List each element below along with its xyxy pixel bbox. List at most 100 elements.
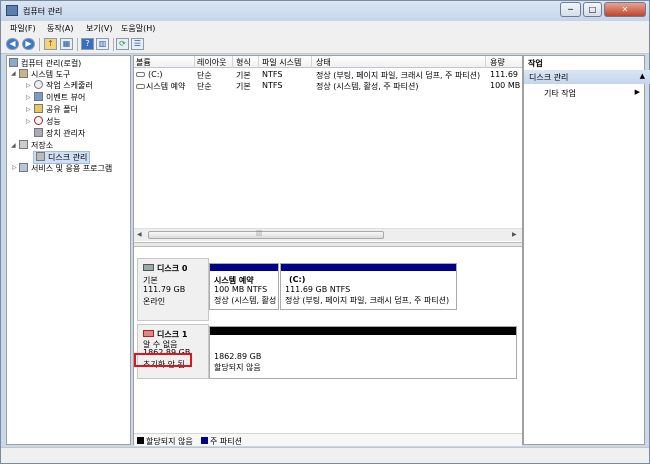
column-type[interactable]: 형식 <box>236 57 251 68</box>
menu-action[interactable]: 동작(A) <box>47 23 73 34</box>
column-layout[interactable]: 레이아웃 <box>197 57 226 68</box>
tree-label: 성능 <box>46 117 61 126</box>
volume-name-text: (C:) <box>148 70 163 79</box>
toolbar-separator <box>77 38 78 51</box>
legend-primary-swatch <box>201 437 208 444</box>
expand-arrow-icon[interactable]: ▷ <box>12 164 17 171</box>
action-group-disk-management[interactable]: 디스크 관리 ▲ <box>524 70 650 84</box>
clock-icon <box>34 80 43 89</box>
partition-c[interactable]: (C:) 111.69 GB NTFS 정상 (부팅, 페이지 파일, 크래시 … <box>280 263 457 310</box>
partition-unallocated[interactable]: 1862.89 GB 할당되지 않음 <box>209 326 517 379</box>
tree-label: 작업 스케줄러 <box>46 81 93 90</box>
volume-layout: 단순 <box>197 82 212 91</box>
tree-item-task-scheduler[interactable]: 작업 스케줄러 <box>34 80 93 91</box>
column-divider[interactable] <box>194 56 195 68</box>
column-volume[interactable]: 볼륨 <box>136 57 151 68</box>
column-divider[interactable] <box>258 56 259 68</box>
device-manager-icon <box>34 128 43 137</box>
refresh-button[interactable]: ⟳ <box>116 38 129 50</box>
disk-1-info[interactable]: 디스크 1 알 수 없음 1862.89 GB 초기화 안 됨 <box>137 324 209 379</box>
menu-help[interactable]: 도움말(H) <box>121 23 155 34</box>
event-log-icon <box>34 92 43 101</box>
tree-item-system-tools[interactable]: 시스템 도구 <box>19 69 70 80</box>
storage-icon <box>19 140 28 149</box>
action-more-actions[interactable]: 기타 작업 ▶ <box>524 86 644 100</box>
collapse-arrow-icon[interactable]: ◢ <box>11 142 16 149</box>
expand-arrow-icon[interactable]: ▷ <box>26 118 31 125</box>
tree-item-root[interactable]: 컴퓨터 관리(로컬) <box>9 58 81 69</box>
minimize-button[interactable]: ─ <box>560 2 581 17</box>
partition-size: 1862.89 GB <box>214 352 262 361</box>
tree-label: 장치 관리자 <box>46 129 86 138</box>
volume-layout: 단순 <box>197 71 212 80</box>
collapse-arrow-icon[interactable]: ◢ <box>11 70 16 77</box>
tree-item-event-viewer[interactable]: 이벤트 뷰어 <box>34 92 85 103</box>
help-button[interactable]: ? <box>81 38 94 50</box>
back-button[interactable]: ◀ <box>6 38 19 50</box>
volume-capacity: 100 MB <box>490 81 520 90</box>
partition-title: (C:) <box>289 275 306 284</box>
horizontal-scrollbar[interactable]: ◀ ||| ▶ <box>134 228 522 241</box>
disk-management-icon <box>36 152 45 161</box>
tree-label: 서비스 및 응용 프로그램 <box>31 164 113 173</box>
volume-name: (C:) <box>136 70 194 79</box>
unallocated-partition-bar <box>210 327 516 335</box>
actions-header: 작업 <box>528 59 543 68</box>
collapse-up-icon[interactable]: ▲ <box>640 72 645 80</box>
disk-name-text: 디스크 0 <box>157 264 188 273</box>
partition-system-reserved[interactable]: 시스템 예약 100 MB NTFS 정상 (시스템, 활성 <box>209 263 279 310</box>
tree-label: 디스크 관리 <box>48 153 88 162</box>
pane-splitter[interactable] <box>134 242 522 247</box>
action-group-label: 디스크 관리 <box>529 73 569 82</box>
legend-unallocated-label: 할당되지 않음 <box>146 437 193 446</box>
partition-status: 할당되지 않음 <box>214 363 261 372</box>
tree-item-shared-folders[interactable]: 공유 폴더 <box>34 104 78 115</box>
close-button[interactable]: ✕ <box>604 2 646 17</box>
column-divider[interactable] <box>232 56 233 68</box>
show-action-pane-button[interactable]: ▥ <box>96 38 109 50</box>
legend-primary-label: 주 파티션 <box>210 437 242 446</box>
column-capacity[interactable]: 용량 <box>490 57 505 68</box>
actions-pane: 작업 디스크 관리 ▲ 기타 작업 ▶ <box>523 55 650 445</box>
tools-icon <box>19 69 28 78</box>
primary-partition-bar <box>210 264 278 271</box>
scroll-left-icon[interactable]: ◀ <box>137 231 142 238</box>
column-divider[interactable] <box>485 56 486 68</box>
drive-icon <box>136 84 145 89</box>
tree-item-performance[interactable]: 성능 <box>34 116 61 127</box>
expand-arrow-icon[interactable]: ▷ <box>26 106 31 113</box>
partition-status: 정상 (시스템, 활성 <box>214 296 277 305</box>
computer-icon <box>9 58 18 67</box>
up-folder-button[interactable]: ↑ <box>44 38 57 50</box>
disk-0-info[interactable]: 디스크 0 기본 111.79 GB 온라인 <box>137 258 209 321</box>
menu-file[interactable]: 파일(F) <box>10 23 36 34</box>
toolbar-separator <box>39 38 40 51</box>
menu-view[interactable]: 보기(V) <box>86 23 112 34</box>
scroll-right-icon[interactable]: ▶ <box>512 231 517 238</box>
scroll-thumb[interactable] <box>148 231 384 239</box>
thumb-grip-icon: ||| <box>256 230 263 237</box>
volume-name-text: 시스템 예약 <box>146 82 186 91</box>
shared-folder-icon <box>34 104 43 113</box>
tree-item-services-apps[interactable]: 서비스 및 응용 프로그램 <box>19 163 112 174</box>
volume-name: 시스템 예약 <box>136 81 194 92</box>
tree-label: 저장소 <box>31 141 54 150</box>
disk-0-state: 온라인 <box>143 297 166 306</box>
column-filesystem[interactable]: 파일 시스템 <box>262 57 301 68</box>
expand-arrow-icon[interactable]: ▷ <box>26 94 31 101</box>
tree-label: 컴퓨터 관리(로컬) <box>21 59 82 68</box>
title-bar[interactable]: 컴퓨터 관리 ─ □ ✕ <box>1 1 649 21</box>
performance-icon <box>34 116 43 125</box>
forward-button[interactable]: ▶ <box>22 38 35 50</box>
column-status[interactable]: 상태 <box>316 57 331 68</box>
toolbar: ◀ ▶ ↑ ▦ ? ▥ ⟳ ☰ <box>1 35 649 54</box>
maximize-button[interactable]: □ <box>583 2 602 17</box>
expand-arrow-icon[interactable]: ▷ <box>26 82 31 89</box>
tree-item-device-manager[interactable]: 장치 관리자 <box>34 128 85 139</box>
toolbar-separator <box>113 38 114 51</box>
tree-item-storage[interactable]: 저장소 <box>19 140 53 151</box>
disk-0-name: 디스크 0 <box>143 263 187 274</box>
column-divider[interactable] <box>311 56 312 68</box>
show-hide-tree-button[interactable]: ▦ <box>60 38 73 50</box>
properties-button[interactable]: ☰ <box>131 38 144 50</box>
